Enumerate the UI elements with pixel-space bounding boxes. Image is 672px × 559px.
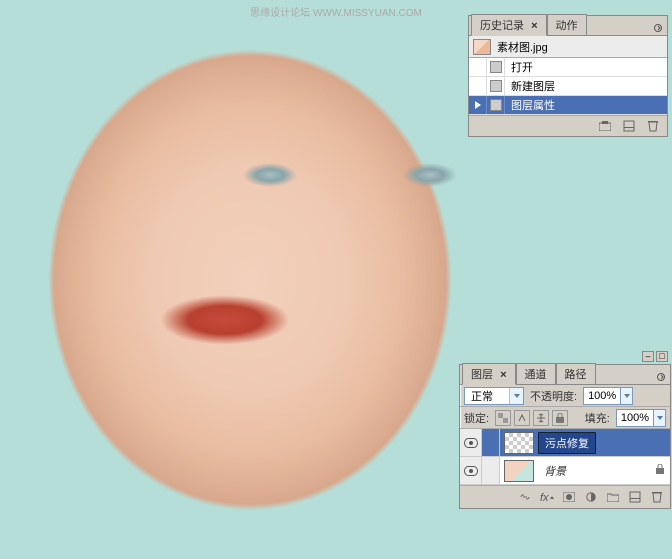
history-item[interactable]: 图层属性 (469, 96, 667, 115)
history-list: 打开 新建图层 图层属性 (469, 58, 667, 115)
history-panel: 历史记录 × 动作 素材图.jpg 打开 新建图层 图层属性 (468, 15, 668, 137)
close-icon[interactable]: × (500, 369, 506, 381)
lock-position-button[interactable] (533, 410, 549, 426)
maximize-icon[interactable]: □ (656, 351, 668, 362)
add-mask-button[interactable] (560, 489, 578, 505)
layers-panel: – □ 图层 × 通道 路径 正常 不透明度: 100% 锁定: (459, 364, 671, 509)
tab-layers[interactable]: 图层 × (462, 363, 516, 385)
tab-actions-label: 动作 (556, 20, 578, 32)
history-item-label: 图层属性 (505, 97, 555, 113)
new-layer-button[interactable] (626, 489, 644, 505)
panel-menu-button[interactable] (654, 370, 668, 384)
tab-history[interactable]: 历史记录 × (471, 14, 547, 36)
document-thumbnail (473, 39, 491, 55)
tab-channels[interactable]: 通道 (516, 363, 556, 384)
layer-thumbnail[interactable] (504, 460, 534, 482)
document-name: 素材图.jpg (497, 39, 548, 55)
layer-row[interactable]: 背景 (460, 457, 670, 485)
panel-window-controls: – □ (642, 351, 668, 362)
tab-layers-label: 图层 (471, 369, 493, 381)
tab-history-label: 历史记录 (480, 20, 524, 32)
layer-effects-button[interactable]: fx (538, 489, 556, 505)
tab-paths-label: 路径 (565, 369, 587, 381)
fill-value: 100% (616, 409, 654, 427)
history-step-icon (487, 58, 505, 76)
history-source-toggle[interactable] (469, 77, 487, 95)
delete-layer-button[interactable] (648, 489, 666, 505)
history-item-label: 新建图层 (505, 78, 555, 94)
link-layers-button[interactable] (516, 489, 534, 505)
lock-icon-group (495, 410, 568, 426)
layer-name[interactable]: 背景 (538, 461, 572, 481)
visibility-toggle[interactable] (460, 429, 482, 456)
lock-fill-row: 锁定: 填充: 100% (460, 407, 670, 429)
history-source-toggle[interactable] (469, 58, 487, 76)
svg-text:fx: fx (540, 492, 549, 502)
minimize-icon[interactable]: – (642, 351, 654, 362)
history-footer (469, 115, 667, 136)
history-document-row[interactable]: 素材图.jpg (469, 36, 667, 58)
blend-mode-select[interactable]: 正常 (464, 387, 524, 405)
chevron-down-icon (509, 388, 523, 404)
fill-input[interactable]: 100% (616, 409, 666, 427)
history-current-marker (469, 96, 487, 114)
history-tab-strip: 历史记录 × 动作 (469, 16, 667, 36)
lock-label: 锁定: (464, 410, 489, 426)
eye-icon (464, 466, 478, 476)
history-item[interactable]: 打开 (469, 58, 667, 77)
chevron-down-icon (654, 409, 666, 427)
lock-all-button[interactable] (552, 410, 568, 426)
tab-paths[interactable]: 路径 (556, 363, 596, 384)
layers-tab-strip: 图层 × 通道 路径 (460, 365, 670, 385)
opacity-input[interactable]: 100% (583, 387, 633, 405)
lock-icon (656, 464, 664, 477)
layer-list: 污点修复 背景 (460, 429, 670, 485)
new-adjustment-button[interactable] (582, 489, 600, 505)
create-snapshot-button[interactable] (597, 119, 613, 133)
panel-menu-button[interactable] (651, 21, 665, 35)
link-cell[interactable] (482, 457, 500, 484)
layer-name[interactable]: 污点修复 (538, 432, 596, 454)
history-step-icon (487, 77, 505, 95)
chevron-down-icon (621, 387, 633, 405)
layer-thumbnail[interactable] (504, 432, 534, 454)
new-state-button[interactable] (621, 119, 637, 133)
eye-icon (464, 438, 478, 448)
layer-row[interactable]: 污点修复 (460, 429, 670, 457)
history-item-label: 打开 (505, 59, 533, 75)
opacity-value: 100% (583, 387, 621, 405)
blend-mode-value: 正常 (465, 388, 509, 404)
history-step-icon (487, 96, 505, 114)
visibility-toggle[interactable] (460, 457, 482, 484)
tab-actions[interactable]: 动作 (547, 14, 587, 35)
lock-transparency-button[interactable] (495, 410, 511, 426)
new-group-button[interactable] (604, 489, 622, 505)
delete-state-button[interactable] (645, 119, 661, 133)
history-item[interactable]: 新建图层 (469, 77, 667, 96)
watermark-text: 思缘设计论坛 WWW.MISSYUAN.COM (250, 4, 422, 19)
lock-pixels-button[interactable] (514, 410, 530, 426)
layers-footer: fx (460, 485, 670, 508)
close-icon[interactable]: × (531, 20, 537, 32)
link-cell[interactable] (482, 429, 500, 456)
tab-channels-label: 通道 (525, 369, 547, 381)
opacity-label: 不透明度: (530, 388, 577, 404)
blend-opacity-row: 正常 不透明度: 100% (460, 385, 670, 407)
fill-label: 填充: (585, 410, 610, 426)
